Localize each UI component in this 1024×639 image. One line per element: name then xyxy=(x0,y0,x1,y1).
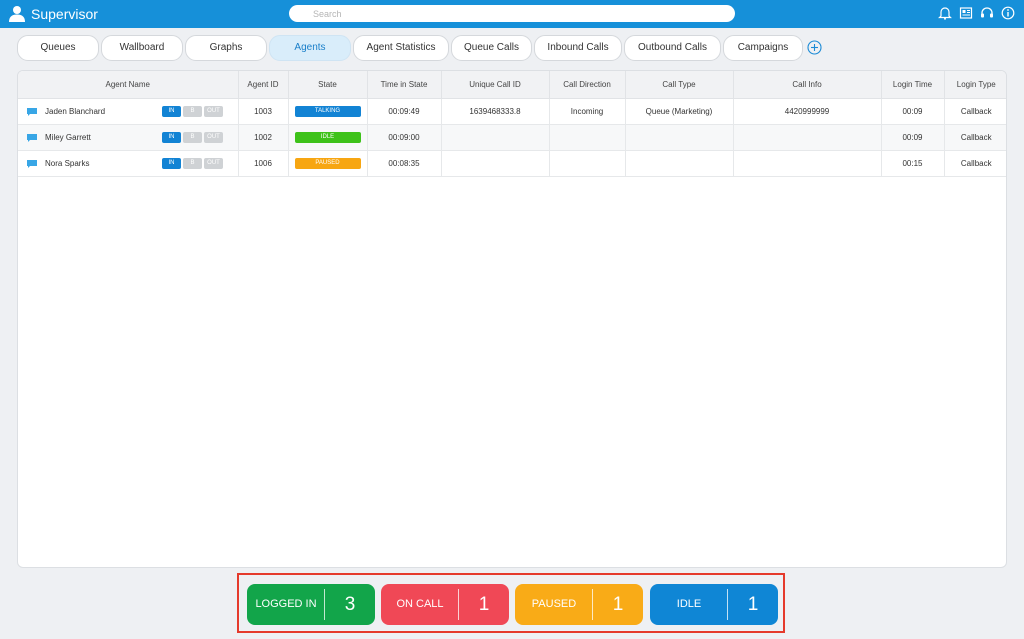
card-count: 1 xyxy=(478,594,490,615)
agent-name: Jaden Blanchard xyxy=(45,106,106,116)
break-button[interactable]: B xyxy=(183,157,202,169)
card-count: 3 xyxy=(344,594,356,615)
column-header[interactable]: Call Info xyxy=(733,71,882,99)
card-label: IDLE xyxy=(676,598,702,610)
chat-icon[interactable] xyxy=(27,133,37,142)
call-type xyxy=(625,150,734,177)
login-time: 00:09 xyxy=(881,98,945,125)
app-title: Supervisor xyxy=(31,6,98,22)
break-button[interactable]: B xyxy=(183,131,202,143)
table-row[interactable]: Miley Garrett IN B OUT 1002 IDLE 00:09:0… xyxy=(18,124,1006,151)
tab-graphs[interactable]: Graphs xyxy=(185,35,267,61)
card-label: ON CALL xyxy=(396,598,444,610)
call-info: 4420999999 xyxy=(733,98,882,125)
agent-name-cell: Jaden Blanchard IN B OUT xyxy=(18,98,239,125)
agent-id: 1006 xyxy=(238,150,289,177)
break-button[interactable]: B xyxy=(183,105,202,117)
tab-wallboard[interactable]: Wallboard xyxy=(101,35,183,61)
unique-call-id xyxy=(441,124,550,151)
in-button[interactable]: IN xyxy=(162,131,181,143)
state-buttons: IN B OUT xyxy=(162,157,223,169)
state-cell: TALKING xyxy=(288,98,368,125)
in-button[interactable]: IN xyxy=(162,157,181,169)
state-badge: IDLE xyxy=(294,132,361,143)
login-type: Callback xyxy=(944,124,1006,151)
agent-name: Miley Garrett xyxy=(45,132,91,142)
table-row[interactable]: Jaden Blanchard IN B OUT 1003 TALKING 00… xyxy=(18,98,1006,125)
idle-card[interactable]: IDLE 1 xyxy=(650,584,778,625)
tab-outbound-calls[interactable]: Outbound Calls xyxy=(624,35,721,61)
call-type: Queue (Marketing) xyxy=(625,98,734,125)
agent-name-cell: Nora Sparks IN B OUT xyxy=(18,150,239,177)
table-row[interactable]: Nora Sparks IN B OUT 1006 PAUSED 00:08:3… xyxy=(18,150,1006,177)
state-buttons: IN B OUT xyxy=(162,105,223,117)
column-header[interactable]: Call Type xyxy=(625,71,734,99)
user-icon xyxy=(9,6,25,22)
agent-name-cell: Miley Garrett IN B OUT xyxy=(18,124,239,151)
call-info xyxy=(733,124,882,151)
tab-agent-statistics[interactable]: Agent Statistics xyxy=(353,35,449,61)
agents-table: Agent Name Agent ID State Time in State … xyxy=(18,71,1006,177)
on-call-card[interactable]: ON CALL 1 xyxy=(381,584,509,625)
column-header[interactable]: Login Time xyxy=(881,71,945,99)
state-badge: PAUSED xyxy=(294,158,361,169)
column-header[interactable]: Time in State xyxy=(367,71,442,99)
column-header[interactable]: Login Type xyxy=(944,71,1006,99)
call-direction xyxy=(549,124,626,151)
agents-panel: Agent Name Agent ID State Time in State … xyxy=(17,70,1007,568)
call-info xyxy=(733,150,882,177)
add-tab-icon[interactable] xyxy=(807,40,822,55)
agent-name: Nora Sparks xyxy=(45,158,90,168)
table-header: Agent Name Agent ID State Time in State … xyxy=(18,71,1006,99)
card-count: 1 xyxy=(747,594,759,615)
out-button[interactable]: OUT xyxy=(204,157,223,169)
column-header[interactable]: Agent ID xyxy=(238,71,289,99)
time-in-state: 00:08:35 xyxy=(367,150,442,177)
column-header[interactable]: Agent Name xyxy=(18,71,239,99)
tab-campaigns[interactable]: Campaigns xyxy=(723,35,803,61)
card-label: PAUSED xyxy=(531,598,577,610)
headset-icon[interactable] xyxy=(980,6,994,20)
info-icon[interactable] xyxy=(1001,6,1015,20)
call-direction: Incoming xyxy=(549,98,626,125)
bell-icon[interactable] xyxy=(938,6,952,20)
state-badge: TALKING xyxy=(294,106,361,117)
out-button[interactable]: OUT xyxy=(204,131,223,143)
column-header[interactable]: Unique Call ID xyxy=(441,71,550,99)
in-button[interactable]: IN xyxy=(162,105,181,117)
agent-id: 1002 xyxy=(238,124,289,151)
agent-id: 1003 xyxy=(238,98,289,125)
column-header[interactable]: State xyxy=(288,71,368,99)
paused-card[interactable]: PAUSED 1 xyxy=(515,584,643,625)
state-buttons: IN B OUT xyxy=(162,131,223,143)
unique-call-id xyxy=(441,150,550,177)
top-icons xyxy=(938,6,1015,20)
call-type xyxy=(625,124,734,151)
top-bar: Supervisor xyxy=(0,0,1024,28)
call-direction xyxy=(549,150,626,177)
chat-icon[interactable] xyxy=(27,159,37,168)
logged-in-card[interactable]: LOGGED IN 3 xyxy=(247,584,375,625)
search-input[interactable] xyxy=(289,5,735,22)
card-label: LOGGED IN xyxy=(255,598,317,610)
login-time: 00:09 xyxy=(881,124,945,151)
chat-icon[interactable] xyxy=(27,107,37,116)
login-type: Callback xyxy=(944,150,1006,177)
tab-queues[interactable]: Queues xyxy=(17,35,99,61)
tab-inbound-calls[interactable]: Inbound Calls xyxy=(534,35,622,61)
unique-call-id: 1639468333.8 xyxy=(441,98,550,125)
time-in-state: 00:09:49 xyxy=(367,98,442,125)
state-cell: PAUSED xyxy=(288,150,368,177)
column-header[interactable]: Call Direction xyxy=(549,71,626,99)
tab-queue-calls[interactable]: Queue Calls xyxy=(451,35,532,61)
state-cell: IDLE xyxy=(288,124,368,151)
login-type: Callback xyxy=(944,98,1006,125)
card-count: 1 xyxy=(612,594,624,615)
out-button[interactable]: OUT xyxy=(204,105,223,117)
time-in-state: 00:09:00 xyxy=(367,124,442,151)
newspaper-icon[interactable] xyxy=(959,6,973,20)
login-time: 00:15 xyxy=(881,150,945,177)
tab-agents[interactable]: Agents xyxy=(269,35,351,61)
